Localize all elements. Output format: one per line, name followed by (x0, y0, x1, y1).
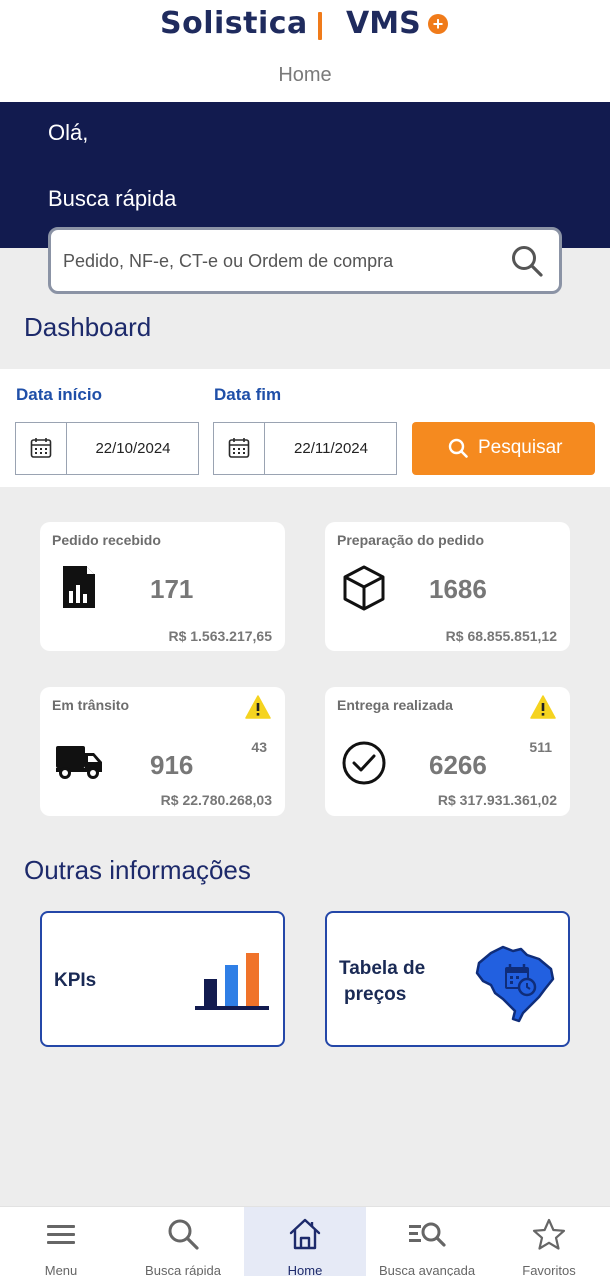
card-count: 916 (150, 750, 194, 780)
plus-icon: + (428, 14, 448, 34)
card-amount: R$ 1.563.217,65 (168, 628, 272, 644)
document-chart-icon (63, 566, 95, 608)
status-card-received[interactable]: Pedido recebido 171 R$ 1.563.217,65 (40, 522, 285, 651)
nav-label: Busca rápida (145, 1263, 221, 1276)
brand-name: Solistica (160, 6, 308, 41)
search-icon (448, 438, 468, 458)
star-icon (532, 1218, 566, 1250)
check-circle-icon (342, 741, 386, 785)
app-header: Solistica VMS + Home (0, 0, 610, 102)
card-title: Preparação do pedido (337, 532, 485, 548)
card-amount: R$ 22.780.268,03 (160, 792, 272, 808)
nav-favorites[interactable]: Favoritos (488, 1207, 610, 1276)
menu-icon (47, 1225, 75, 1244)
logo-separator (318, 12, 322, 40)
brazil-map-icon (475, 945, 555, 1023)
price-table-card[interactable]: Tabela de preços (325, 911, 570, 1047)
nav-label: Favoritos (522, 1263, 576, 1276)
price-table-label: Tabela de preços (339, 956, 425, 1008)
nav-menu[interactable]: Menu (0, 1207, 122, 1276)
start-date-value[interactable]: 22/10/2024 (68, 423, 198, 474)
nav-label: Home (287, 1263, 323, 1276)
brand-logo: Solistica VMS + (0, 4, 610, 44)
nav-label: Busca avançada (378, 1263, 476, 1276)
alert-count: 511 (529, 739, 552, 755)
end-date-value[interactable]: 22/11/2024 (266, 423, 396, 474)
warning-icon[interactable] (530, 695, 556, 719)
quick-search-box (48, 227, 562, 294)
card-amount: R$ 68.855.851,12 (445, 628, 557, 644)
warning-icon[interactable] (245, 695, 271, 719)
calendar-icon[interactable] (214, 423, 265, 474)
status-card-preparation[interactable]: Preparação do pedido 1686 R$ 68.855.851,… (325, 522, 570, 651)
start-date-label: Data início (16, 385, 102, 404)
kpis-label: KPIs (54, 970, 97, 991)
advanced-search-icon (409, 1222, 446, 1247)
status-card-transit[interactable]: Em trânsito 43 916 R$ 22.780.268,03 (40, 687, 285, 816)
status-card-delivered[interactable]: Entrega realizada 511 6266 R$ 317.931.36… (325, 687, 570, 816)
card-title: Entrega realizada (337, 697, 453, 713)
calendar-icon[interactable] (16, 423, 67, 474)
nav-quick-search[interactable]: Busca rápida (122, 1207, 244, 1276)
card-amount: R$ 317.931.361,02 (437, 792, 557, 808)
card-title: Em trânsito (52, 697, 130, 713)
page-title: Home (278, 64, 332, 86)
dashboard-title: Dashboard (24, 312, 152, 342)
nav-home[interactable]: Home (244, 1207, 366, 1276)
nav-label: Menu (44, 1263, 78, 1276)
bottom-navigation: Menu Busca rápida Home Busca avançada Fa… (0, 1206, 610, 1276)
search-icon[interactable] (509, 243, 545, 279)
quick-search-label: Busca rápida (48, 186, 177, 211)
quick-search-input[interactable] (63, 244, 503, 278)
card-count: 171 (150, 574, 194, 604)
card-title: Pedido recebido (52, 532, 161, 548)
kpis-card[interactable]: KPIs (40, 911, 285, 1047)
other-info-title: Outras informações (24, 855, 251, 885)
box-icon (343, 565, 385, 611)
alert-count: 43 (251, 739, 267, 755)
start-date-field[interactable]: 22/10/2024 (15, 422, 199, 475)
price-table-label-line2: preços (344, 984, 407, 1005)
card-count: 6266 (429, 750, 487, 780)
date-filter-bar: Data início Data fim 22/10/2024 22/11/20… (0, 369, 610, 487)
truck-icon (56, 746, 102, 779)
product-name: VMS (346, 6, 421, 41)
nav-advanced-search[interactable]: Busca avançada (366, 1207, 488, 1276)
greeting-text: Olá, (48, 120, 89, 145)
price-table-label-line1: Tabela de (339, 958, 426, 979)
home-icon (289, 1218, 321, 1250)
search-button-label: Pesquisar (478, 437, 563, 458)
search-icon (168, 1219, 199, 1250)
end-date-field[interactable]: 22/11/2024 (213, 422, 397, 475)
card-count: 1686 (429, 574, 487, 604)
end-date-label: Data fim (214, 385, 282, 404)
bar-chart-icon (195, 953, 269, 1010)
search-button[interactable]: Pesquisar (412, 422, 595, 475)
